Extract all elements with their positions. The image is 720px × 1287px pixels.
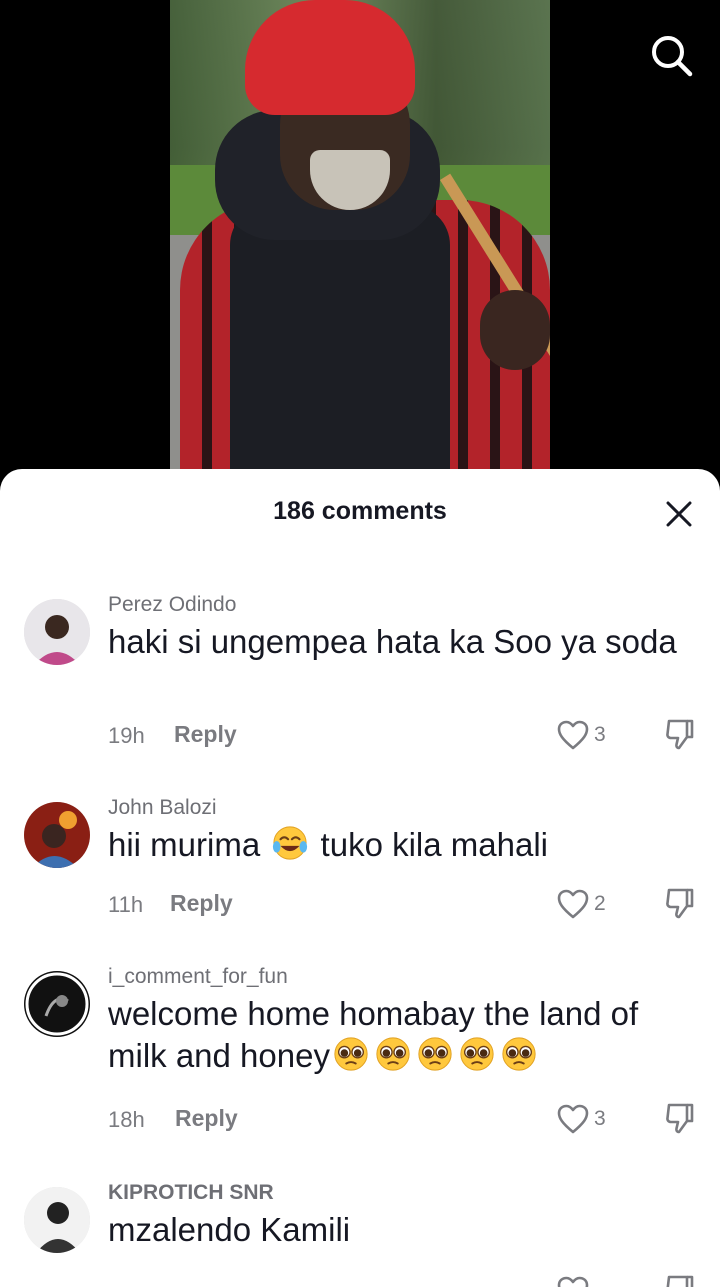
comment-text: hii murima tuko kila mahali (108, 824, 688, 866)
thumbs-down-icon (666, 1275, 694, 1287)
comment-time: 18h (108, 1107, 145, 1132)
dislike-button[interactable] (664, 886, 696, 920)
like-button[interactable]: 2 (556, 886, 616, 922)
comments-header: 186 comments (0, 469, 720, 553)
comment-item: KIPROTICH SNR mzalendo Kamili (0, 1181, 720, 1287)
comment-item: John Balozi hii murima tuko kila mahali … (0, 796, 720, 936)
comment-username[interactable]: Perez Odindo (108, 593, 236, 617)
search-icon (652, 36, 693, 77)
comment-username[interactable]: John Balozi (108, 796, 217, 820)
reply-button[interactable]: Reply (174, 721, 237, 748)
face-with-tears-of-joy-icon (273, 826, 308, 860)
avatar[interactable] (24, 599, 90, 665)
comment-text: welcome home homabay the land of milk an… (108, 993, 688, 1077)
avatar[interactable] (24, 971, 90, 1037)
heart-outline-icon (557, 889, 589, 919)
like-button[interactable]: 3 (556, 1101, 616, 1137)
close-icon (666, 501, 692, 527)
thumbs-down-icon (666, 1103, 694, 1134)
comment-count: 186 comments (273, 497, 447, 525)
comment-username[interactable]: KIPROTICH SNR (108, 1181, 274, 1205)
pleading-face-icon (502, 1037, 536, 1071)
avatar[interactable] (24, 802, 90, 868)
reply-button[interactable]: Reply (170, 890, 233, 917)
comment-item: i_comment_for_fun welcome home homabay t… (0, 965, 720, 1135)
heart-outline-icon (557, 1104, 589, 1134)
heart-outline-icon (557, 1276, 589, 1287)
thumbs-down-icon (666, 888, 694, 919)
close-button[interactable] (664, 499, 694, 529)
pleading-face-icon (334, 1037, 368, 1071)
avatar[interactable] (24, 1187, 90, 1253)
comment-time: 11h (108, 892, 144, 917)
like-count: 3 (594, 1107, 606, 1130)
like-count: 3 (594, 723, 606, 746)
dislike-button[interactable] (664, 1101, 696, 1135)
dislike-button[interactable] (664, 717, 696, 751)
comment-username[interactable]: i_comment_for_fun (108, 965, 288, 989)
thumbs-down-icon (666, 719, 694, 750)
like-button[interactable]: 3 (556, 717, 616, 753)
dislike-button[interactable] (664, 1273, 696, 1287)
comments-sheet: 186 comments Perez Odindo haki si ungemp… (0, 469, 720, 1287)
comment-text: mzalendo Kamili (108, 1211, 351, 1248)
pleading-face-icon (376, 1037, 410, 1071)
search-button[interactable] (648, 32, 696, 80)
comment-time: 19h (108, 723, 145, 748)
like-count: 2 (594, 892, 606, 915)
like-button[interactable] (556, 1273, 616, 1287)
heart-outline-icon (557, 720, 589, 750)
comment-text: haki si ungempea hata ka Soo ya soda (108, 623, 677, 660)
reply-button[interactable]: Reply (175, 1105, 238, 1132)
video-player[interactable] (0, 0, 720, 490)
video-frame (170, 0, 550, 490)
comment-item: Perez Odindo haki si ungempea hata ka So… (0, 593, 720, 763)
pleading-face-icon (460, 1037, 494, 1071)
comment-text-part: tuko kila mahali (320, 826, 548, 863)
pleading-face-icon (418, 1037, 452, 1071)
comment-text-part: hii murima (108, 826, 261, 863)
